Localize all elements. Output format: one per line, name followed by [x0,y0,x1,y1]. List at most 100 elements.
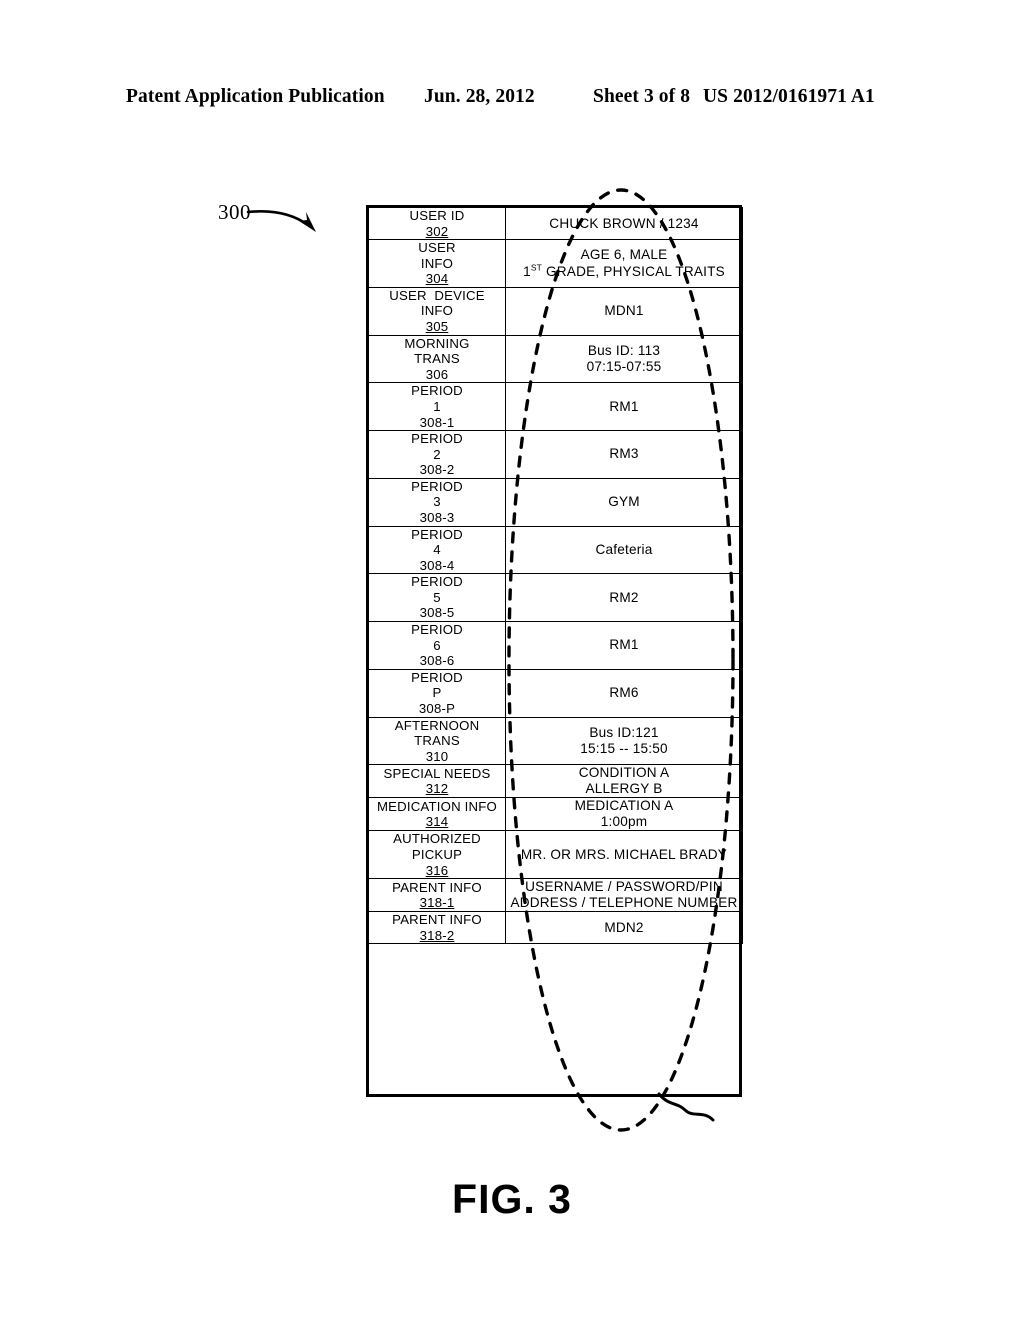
table-row: MORNING TRANS 306 Bus ID: 113 07:15-07:55 [368,334,743,384]
header-sheet-number: Sheet 3 of 8 [593,86,691,107]
row-label-cell: PERIOD 4 308-4 [368,525,506,575]
row-label-cell: PERIOD 1 308-1 [368,382,506,432]
row-value-cell: MDN1 [505,286,743,336]
row-label-line: 5 [433,589,441,605]
row-value-line: USERNAME / PASSWORD/PIN [525,879,723,895]
row-reference-numeral: 305 [425,319,449,335]
row-value-line: Bus ID:121 [589,724,659,740]
row-value-cell: AGE 6, MALE 1ST GRADE, PHYSICAL TRAITS [505,239,743,288]
row-label-line: TRANS [414,351,460,367]
row-value-cell: USERNAME / PASSWORD/PIN ADDRESS / TELEPHO… [505,878,743,913]
table-row: PERIOD P 308-P RM6 [368,668,743,718]
row-label-line: PICKUP [411,846,463,862]
figure-caption: FIG. 3 [452,1176,572,1222]
row-reference-numeral: 310 [425,748,449,764]
row-label-cell: PERIOD P 308-P [368,668,506,718]
table-row: PERIOD 6 308-6 RM1 [368,621,743,670]
row-value-line: RM2 [609,589,639,605]
row-value-line: Cafeteria [595,541,653,557]
table-row: SPECIAL NEEDS 312 CONDITION A ALLERGY B [368,764,743,799]
row-label-cell: USER INFO 304 [368,239,506,288]
row-label-cell: PERIOD 2 308-2 [368,430,506,479]
row-value-line: ADDRESS / TELEPHONE NUMBER [510,895,738,911]
row-label-line: PARENT INFO [392,912,482,928]
row-reference-numeral: 308-4 [419,557,455,573]
row-reference-numeral: 316 [425,862,449,878]
row-value-line: 07:15-07:55 [586,358,662,374]
table-row: PERIOD 4 308-4 Cafeteria [368,525,743,575]
row-label-line: P [432,685,442,701]
table-row: PERIOD 5 308-5 RM2 [368,573,743,623]
row-value-line: Bus ID: 113 [587,342,661,358]
row-value-line: CONDITION A [578,765,670,781]
row-value-cell: RM1 [505,621,743,670]
row-reference-numeral: 312 [425,781,449,797]
row-label-line: PERIOD [411,622,463,638]
row-value-cell: MR. OR MRS. MICHAEL BRADY [505,830,743,880]
row-label-line: INFO [420,303,454,319]
table-row: USER INFO 304 AGE 6, MALE 1ST GRADE, PHYSICA… [368,239,743,288]
row-label-cell: MEDICATION INFO 314 [368,797,506,832]
row-reference-numeral: 308-6 [419,653,455,669]
row-value-cell: RM2 [505,573,743,623]
row-label-line: 2 [433,446,441,462]
row-label-cell: PERIOD 3 308-3 [368,477,506,527]
table-row: USER ID 302 CHUCK BROWN / 1234 [368,206,743,241]
row-label-cell: PERIOD 6 308-6 [368,621,506,670]
row-label-line: USER DEVICE [389,287,485,303]
row-label-line: PARENT INFO [392,879,482,895]
table-row: PARENT INFO 318-1 USERNAME / PASSWORD/PIN A… [368,878,743,913]
table-row: AUTHORIZED PICKUP 316 MR. OR MRS. MICHAEL B… [368,830,743,880]
header-date: Jun. 28, 2012 [424,86,535,107]
row-reference-numeral: 306 [425,366,449,382]
row-label-cell: MORNING TRANS 306 [368,334,506,384]
row-label-line: AUTHORIZED [393,831,481,847]
table-row: USER DEVICE INFO 305 MDN1 [368,286,743,336]
table-row: PERIOD 3 308-3 GYM [368,477,743,527]
leader-line-320-icon [657,1092,715,1122]
row-label-line: 3 [433,494,441,510]
row-value-cell: CONDITION A ALLERGY B [505,764,743,799]
row-label-cell: PARENT INFO 318-2 [368,911,506,945]
row-reference-numeral: 314 [425,814,449,830]
row-label-line: PERIOD [411,383,463,399]
row-label-line: INFO [420,255,454,271]
row-value-line: CHUCK BROWN / 1234 [549,215,699,231]
row-value-line: RM1 [609,637,639,653]
row-reference-numeral: 308-1 [419,414,455,430]
row-label-cell: AFTERNOON TRANS 310 [368,716,506,766]
row-label-line: MORNING [404,335,470,351]
row-value-line: MEDICATION A [574,798,674,814]
row-label-cell: PARENT INFO 318-1 [368,878,506,913]
row-reference-numeral: 318-2 [419,927,455,943]
row-value-cell: GYM [505,477,743,527]
row-label-cell: USER DEVICE INFO 305 [368,286,506,336]
row-value-line: RM1 [609,398,639,414]
row-label-line: PERIOD [411,574,463,590]
row-label-line: TRANS [414,733,460,749]
row-value-cell: RM1 [505,382,743,432]
row-value-line: MDN1 [604,303,644,319]
row-reference-numeral: 318-1 [419,895,455,911]
row-value-line: MR. OR MRS. MICHAEL BRADY [520,846,728,862]
row-value-cell: CHUCK BROWN / 1234 [505,206,743,241]
row-label-line: SPECIAL NEEDS [383,765,491,781]
row-value-cell: RM3 [505,430,743,479]
row-value-line: 15:15 -- 15:50 [580,740,668,756]
page-header: Patent Application Publication Jun. 28, … [0,86,1024,112]
ordinal-suffix: ST [530,261,543,272]
table-row: PERIOD 2 308-2 RM3 [368,430,743,479]
row-value-line: RM3 [609,446,639,462]
leader-arrow-300-icon [246,210,316,232]
table-row: AFTERNOON TRANS 310 Bus ID:121 15:15 -- 15:5… [368,716,743,766]
row-label-line: MEDICATION INFO [377,798,497,814]
table-row: MEDICATION INFO 314 MEDICATION A 1:00pm [368,797,743,832]
row-label-line: PERIOD [411,478,463,494]
row-label-line: AFTERNOON [394,717,480,733]
row-value-cell: Bus ID: 113 07:15-07:55 [505,334,743,384]
row-value-cell: Cafeteria [505,525,743,575]
row-reference-numeral: 308-P [418,700,456,716]
row-label-cell: USER ID 302 [368,206,506,241]
row-reference-numeral: 308-2 [419,462,455,478]
row-value-line: MDN2 [604,919,644,935]
